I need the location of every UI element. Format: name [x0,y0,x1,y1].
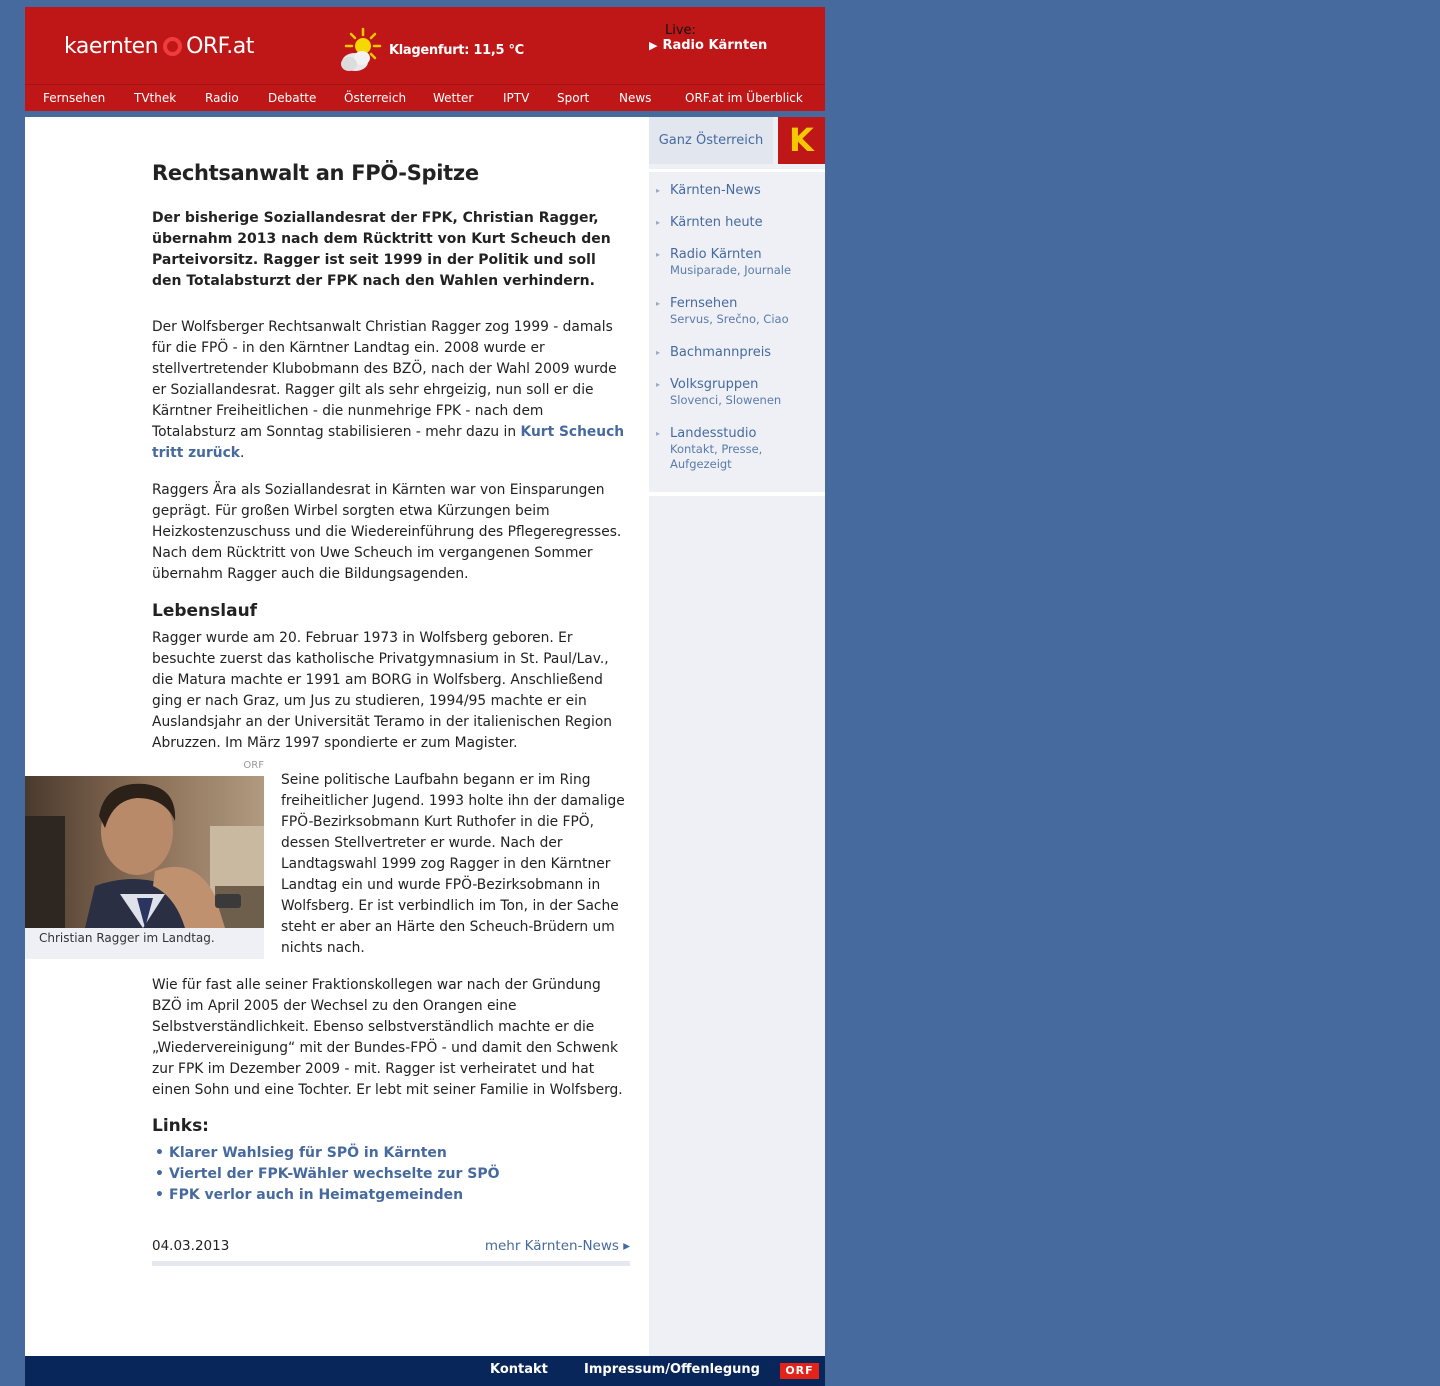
weather-text: Klagenfurt: 11,5 °C [389,42,524,58]
bullet-icon: ▸ [656,299,661,308]
logo-word: kaernten [64,33,159,59]
nav-iptv[interactable]: IPTV [503,91,529,105]
bullet-icon: ▸ [656,429,661,438]
sidebar-item-landesstudio[interactable]: ▸ Landesstudio Kontakt, Presse, Aufgezei… [656,426,762,472]
bullet-icon: ▸ [656,186,661,195]
more-news-link[interactable]: mehr Kärnten-News ▸ [485,1238,630,1254]
k-letter: K [789,121,814,159]
article-title: Rechtsanwalt an FPÖ-Spitze [152,161,479,185]
sidebar-divider [649,492,825,496]
nav-orf-ueberblick[interactable]: ORF.at im Überblick [685,91,803,105]
sidebar-sub-volksgruppen[interactable]: Slovenci, Slowenen [670,393,781,408]
nav-radio[interactable]: Radio [205,91,239,105]
orf-footer-logo[interactable]: ORF [780,1363,819,1379]
related-link[interactable]: FPK verlor auch in Heimatgemeinden [152,1185,500,1206]
site-footer: Kontakt Impressum/Offenlegung ORF [25,1356,825,1386]
sidebar-sub-fernsehen[interactable]: Servus, Srečno, Ciao [670,312,789,327]
footer-impressum[interactable]: Impressum/Offenlegung [584,1362,760,1377]
sidebar-item-kaernten-news[interactable]: ▸ Kärnten-News [656,183,761,198]
bullet-icon: ▸ [656,380,661,389]
article-paragraph-4: Seine politische Laufbahn begann er im R… [281,772,625,956]
logo-orf: ORF.at [186,33,254,59]
sidebar-item-bachmannpreis[interactable]: ▸ Bachmannpreis [656,345,771,360]
heading-lebenslauf: Lebenslauf [152,601,258,621]
sidebar-menu: ▸ Kärnten-News ▸ Kärnten heute ▸ Radio K… [649,169,825,495]
sidebar-item-kaernten-heute[interactable]: ▸ Kärnten heute [656,215,763,230]
article-paragraph-5: Wie für fast alle seiner Fraktionskolleg… [152,977,623,1098]
nav-debatte[interactable]: Debatte [268,91,316,105]
article-paragraph-3: Ragger wurde am 20. Februar 1973 in Wolf… [152,630,613,751]
sidebar-item-fernsehen[interactable]: ▸ Fernsehen Servus, Srečno, Ciao [656,296,789,327]
sidebar-item-radio-kaernten[interactable]: ▸ Radio Kärnten Musiparade, Journale [656,247,791,278]
sidebar-item-volksgruppen[interactable]: ▸ Volksgruppen Slovenci, Slowenen [656,377,781,408]
article-date: 04.03.2013 [152,1238,230,1254]
sidebar: Ganz Österreich K ▸ Kärnten-News ▸ Kärnt… [649,117,825,1356]
orf-ring-icon [163,36,183,56]
live-radio[interactable]: Live: ▶ Radio Kärnten [649,23,767,53]
article-lead: Der bisherige Soziallandesrat der FPK, C… [152,210,611,289]
nav-wetter[interactable]: Wetter [433,91,473,105]
related-link[interactable]: Klarer Wahlsieg für SPÖ in Kärnten [152,1143,500,1164]
page: kaernten ORF.at Klagenfurt: 11,5 °C Live… [25,7,825,1386]
site-logo[interactable]: kaernten ORF.at [64,29,254,63]
heading-links: Links: [152,1116,209,1136]
main-content: Rechtsanwalt an FPÖ-Spitze Der bisherige… [25,117,649,1356]
sidebar-sub-landesstudio[interactable]: Kontakt, Presse, Aufgezeigt [670,442,762,472]
main-nav: Fernsehen TVthek Radio Debatte Österreic… [25,84,825,112]
footer-kontakt[interactable]: Kontakt [490,1362,548,1377]
politician-photo [25,776,264,928]
bullet-icon: ▸ [656,348,661,357]
related-link[interactable]: Viertel der FPK-Wähler wechselte zur SPÖ [152,1164,500,1185]
sidebar-sub-radio[interactable]: Musiparade, Journale [670,263,791,278]
kaernten-k-logo[interactable]: K [778,117,825,164]
live-station[interactable]: Radio Kärnten [662,38,767,53]
article-paragraph-1: Der Wolfsberger Rechtsanwalt Christian R… [152,319,625,461]
partly-cloudy-icon [339,27,383,73]
nav-fernsehen[interactable]: Fernsehen [43,91,105,105]
figure-credit: ORF [243,760,264,771]
figure-caption: Christian Ragger im Landtag. [39,931,215,945]
live-label: Live: [665,23,696,38]
nav-tvthek[interactable]: TVthek [134,91,176,105]
site-header: kaernten ORF.at Klagenfurt: 11,5 °C Live… [25,7,825,84]
article-figure: ORF Christian Ragger im Landtag. [25,760,264,959]
bullet-icon: ▸ [656,218,661,227]
ganz-oesterreich-button[interactable]: Ganz Österreich [649,117,773,164]
nav-oesterreich[interactable]: Österreich [344,91,406,105]
related-links: Klarer Wahlsieg für SPÖ in Kärnten Viert… [152,1143,500,1206]
weather-widget[interactable]: Klagenfurt: 11,5 °C [339,27,524,73]
bullet-icon: ▸ [656,250,661,259]
nav-sport[interactable]: Sport [557,91,589,105]
article-paragraph-2: Raggers Ära als Soziallandesrat in Kärnt… [152,482,622,582]
play-arrow-icon: ▶ [649,39,658,52]
nav-news[interactable]: News [619,91,651,105]
article-bottom-bar [152,1261,630,1266]
